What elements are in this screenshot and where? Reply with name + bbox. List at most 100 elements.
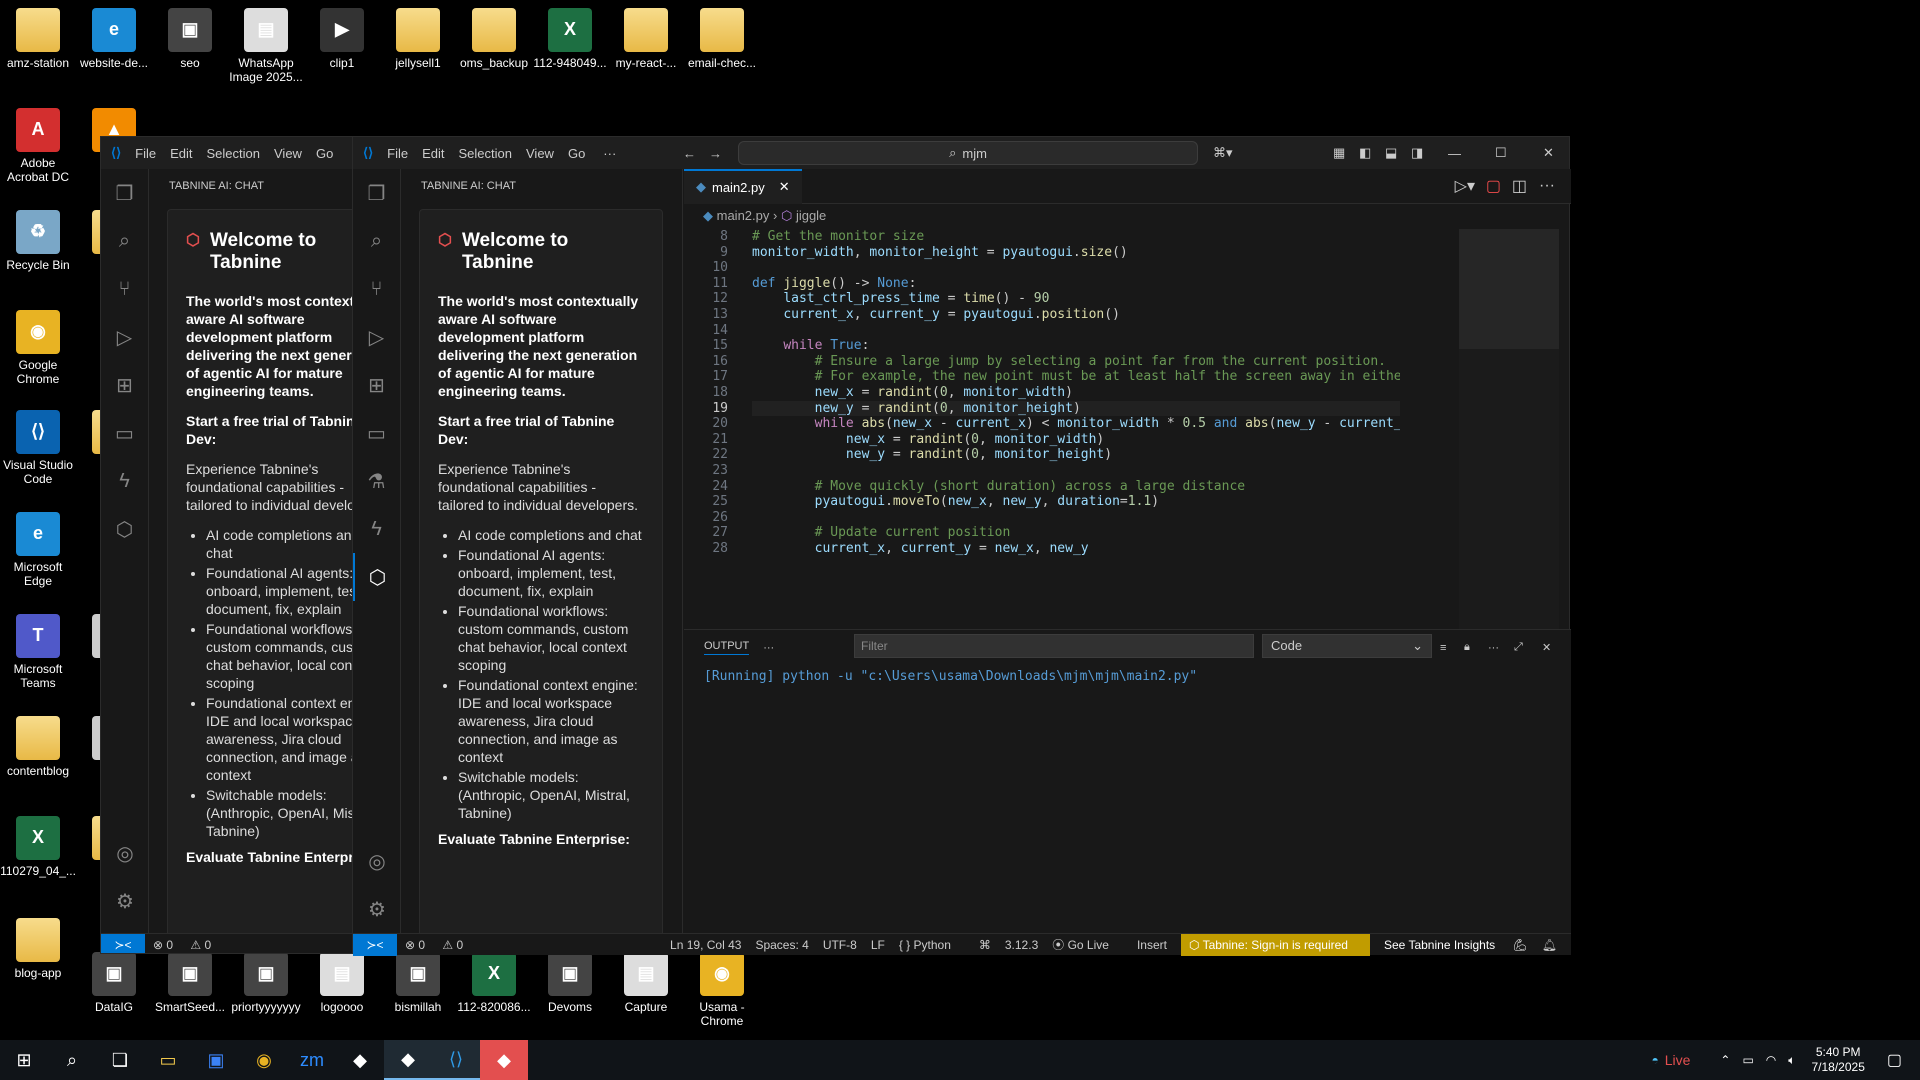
desktop-icon[interactable]: email-chec... — [684, 8, 760, 70]
toggle-secondary-sidebar-icon[interactable]: ◨ — [1411, 145, 1423, 161]
code-editor[interactable]: 8 # Get the monitor size 9 monitor_width, m… — [684, 229, 1400, 629]
breadcrumb-symbol[interactable]: jiggle — [796, 208, 826, 223]
lock-scroll-icon[interactable]: 🔒︎ — [1464, 641, 1470, 654]
split-editor-icon[interactable]: ◫ — [1512, 176, 1527, 196]
desktop-icon[interactable]: ▤ Capture — [608, 952, 684, 1014]
code-line[interactable]: pyautogui.moveTo(new_x, new_y, duration=… — [752, 494, 1159, 509]
desktop-icon[interactable]: jellysell1 — [380, 8, 456, 70]
notification-center-icon[interactable]: ▢ — [1887, 1050, 1902, 1070]
account-icon[interactable]: ◎ — [353, 837, 401, 885]
code-line[interactable]: def jiggle() -> None: — [752, 276, 916, 291]
stop-icon[interactable]: ▢ — [1486, 176, 1501, 196]
back-arrow-icon[interactable]: ← — [683, 146, 696, 161]
search-icon[interactable]: ⌕ — [48, 1040, 96, 1080]
problems-indicator[interactable]: ⊗ 0 ⚠ 0 — [153, 938, 225, 952]
maximize-icon[interactable]: ☐ — [1495, 145, 1507, 161]
volume-icon[interactable]: 🔈︎ — [1788, 1053, 1795, 1068]
extensions-icon[interactable]: ⊞ — [101, 361, 148, 409]
code-line[interactable]: current_x, current_y = pyautogui.positio… — [752, 307, 1120, 322]
desktop-icon[interactable]: blog-app — [0, 918, 76, 980]
testing-icon[interactable]: ⚗ — [353, 457, 400, 505]
remote-indicator-icon[interactable]: ≻< — [353, 933, 397, 956]
code-line[interactable]: last_ctrl_press_time = time() - 90 — [752, 291, 1049, 306]
desktop-icon[interactable]: ♻ Recycle Bin — [0, 210, 76, 272]
run-debug-icon[interactable]: ▷ — [101, 313, 148, 361]
menu-item-file[interactable]: File — [387, 146, 408, 161]
code-line[interactable]: new_y = randint(0, monitor_height) — [752, 400, 1400, 416]
desktop-icon[interactable]: X 112-948049... — [532, 8, 608, 70]
minimap-slider[interactable] — [1459, 229, 1559, 349]
problems-indicator[interactable]: ⊗ 0 ⚠ 0 — [405, 938, 477, 952]
desktop-icon[interactable]: X 112-820086... — [456, 952, 532, 1014]
output-filter-input[interactable]: Filter — [854, 634, 1254, 658]
menu-item-view[interactable]: View — [274, 146, 302, 161]
search-icon[interactable]: ⌕ — [353, 217, 400, 265]
source-control-icon[interactable]: ⑂ — [101, 265, 148, 313]
desktop-icon[interactable]: ▣ SmartSeed... — [152, 952, 228, 1014]
menu-item-go[interactable]: Go — [568, 146, 585, 161]
desktop-icon[interactable]: A Adobe Acrobat DC — [0, 108, 76, 185]
end-of-line[interactable]: LF — [871, 938, 885, 952]
close-tab-icon[interactable]: ✕ — [779, 179, 790, 195]
desktop-icon[interactable]: e website-de... — [76, 8, 152, 70]
clear-output-icon[interactable]: ≡ — [1440, 642, 1446, 654]
desktop-icon[interactable]: my-react-... — [608, 8, 684, 70]
forward-arrow-icon[interactable]: → — [709, 146, 722, 161]
account-icon[interactable]: ◎ — [101, 829, 149, 877]
remote-explorer-icon[interactable]: ▭ — [101, 409, 148, 457]
tabnine-signin-status[interactable]: ⬡ Tabnine: Sign-in is required — [1180, 933, 1370, 956]
code-line[interactable]: new_x = randint(0, monitor_width) — [752, 385, 1073, 400]
explorer-icon[interactable]: ❐ — [101, 169, 148, 217]
lightning-icon[interactable]: ϟ — [101, 457, 148, 505]
minimize-icon[interactable]: — — [1448, 146, 1461, 161]
chevron-up-icon[interactable]: ⌃ — [1720, 1053, 1730, 1067]
remote-explorer-icon[interactable]: ▭ — [353, 409, 400, 457]
toggle-sidebar-icon[interactable]: ◧ — [1359, 145, 1371, 161]
desktop-icon[interactable]: T Microsoft Teams — [0, 614, 76, 691]
encoding[interactable]: UTF-8 — [823, 938, 857, 952]
run-python-file-icon[interactable]: ▷▾ — [1455, 176, 1475, 196]
tabnine-insights[interactable]: See Tabnine Insights 💪︎ — [1384, 938, 1528, 952]
cursor-position[interactable]: Ln 19, Col 43 — [670, 938, 741, 952]
code-line[interactable]: while abs(new_x - current_x) < monitor_w… — [752, 416, 1400, 431]
tabnine-icon[interactable]: ⬡ — [353, 553, 400, 601]
python-version[interactable]: 3.12.3 — [1005, 938, 1038, 952]
store-icon[interactable]: ▣ — [192, 1040, 240, 1080]
app-icon[interactable]: ◆ — [480, 1040, 528, 1080]
desktop-icon[interactable]: ◉ Google Chrome — [0, 310, 76, 387]
app-icon[interactable]: ◆ — [336, 1040, 384, 1080]
desktop-icon[interactable]: ▶ clip1 — [304, 8, 380, 70]
desktop-icon[interactable]: X 110279_04_... — [0, 816, 76, 878]
close-panel-icon[interactable]: ✕ — [1542, 641, 1551, 654]
explorer-icon[interactable]: ❐ — [353, 169, 400, 217]
menu-item-edit[interactable]: Edit — [170, 146, 192, 161]
layout-icon[interactable]: ▦ — [1333, 145, 1345, 161]
app-icon[interactable]: ◆ — [384, 1040, 432, 1080]
code-line[interactable]: # Get the monitor size — [752, 229, 924, 244]
desktop-icon[interactable]: ⟨⟩ Visual Studio Code — [0, 410, 76, 487]
run-debug-icon[interactable]: ▷ — [353, 313, 400, 361]
close-icon[interactable]: ✕ — [1543, 145, 1554, 161]
desktop-icon[interactable]: ▤ WhatsApp Image 2025... — [228, 8, 304, 85]
code-line[interactable]: monitor_width, monitor_height = pyautogu… — [752, 245, 1128, 260]
code-line[interactable]: while True: — [752, 338, 869, 353]
menu-item-go[interactable]: Go — [316, 146, 333, 161]
desktop-icon[interactable]: amz-station — [0, 8, 76, 70]
menu-item-file[interactable]: File — [135, 146, 156, 161]
copilot-status-icon[interactable]: ⌘ — [979, 938, 991, 952]
panel-more-icon[interactable]: ··· — [763, 642, 774, 654]
code-line[interactable]: current_x, current_y = new_x, new_y — [752, 541, 1089, 556]
desktop-icon[interactable]: e Microsoft Edge — [0, 512, 76, 589]
code-line[interactable]: # Move quickly (short duration) across a… — [752, 479, 1245, 494]
language-mode[interactable]: { } Python — [899, 938, 965, 952]
code-line[interactable]: # For example, the new point must be at … — [752, 369, 1400, 384]
task-view-icon[interactable]: ❏ — [96, 1040, 144, 1080]
insert-mode[interactable]: Insert — [1137, 938, 1167, 952]
start-icon[interactable]: ⊞ — [0, 1040, 48, 1080]
zoom-icon[interactable]: zm — [288, 1040, 336, 1080]
chrome-icon[interactable]: ◉ — [240, 1040, 288, 1080]
copilot-icon[interactable]: ⌘▾ — [1213, 145, 1233, 161]
breadcrumb-file[interactable]: main2.py — [717, 208, 770, 223]
code-line[interactable]: new_x = randint(0, monitor_width) — [752, 432, 1104, 447]
more-actions-icon[interactable]: ··· — [1488, 642, 1499, 654]
